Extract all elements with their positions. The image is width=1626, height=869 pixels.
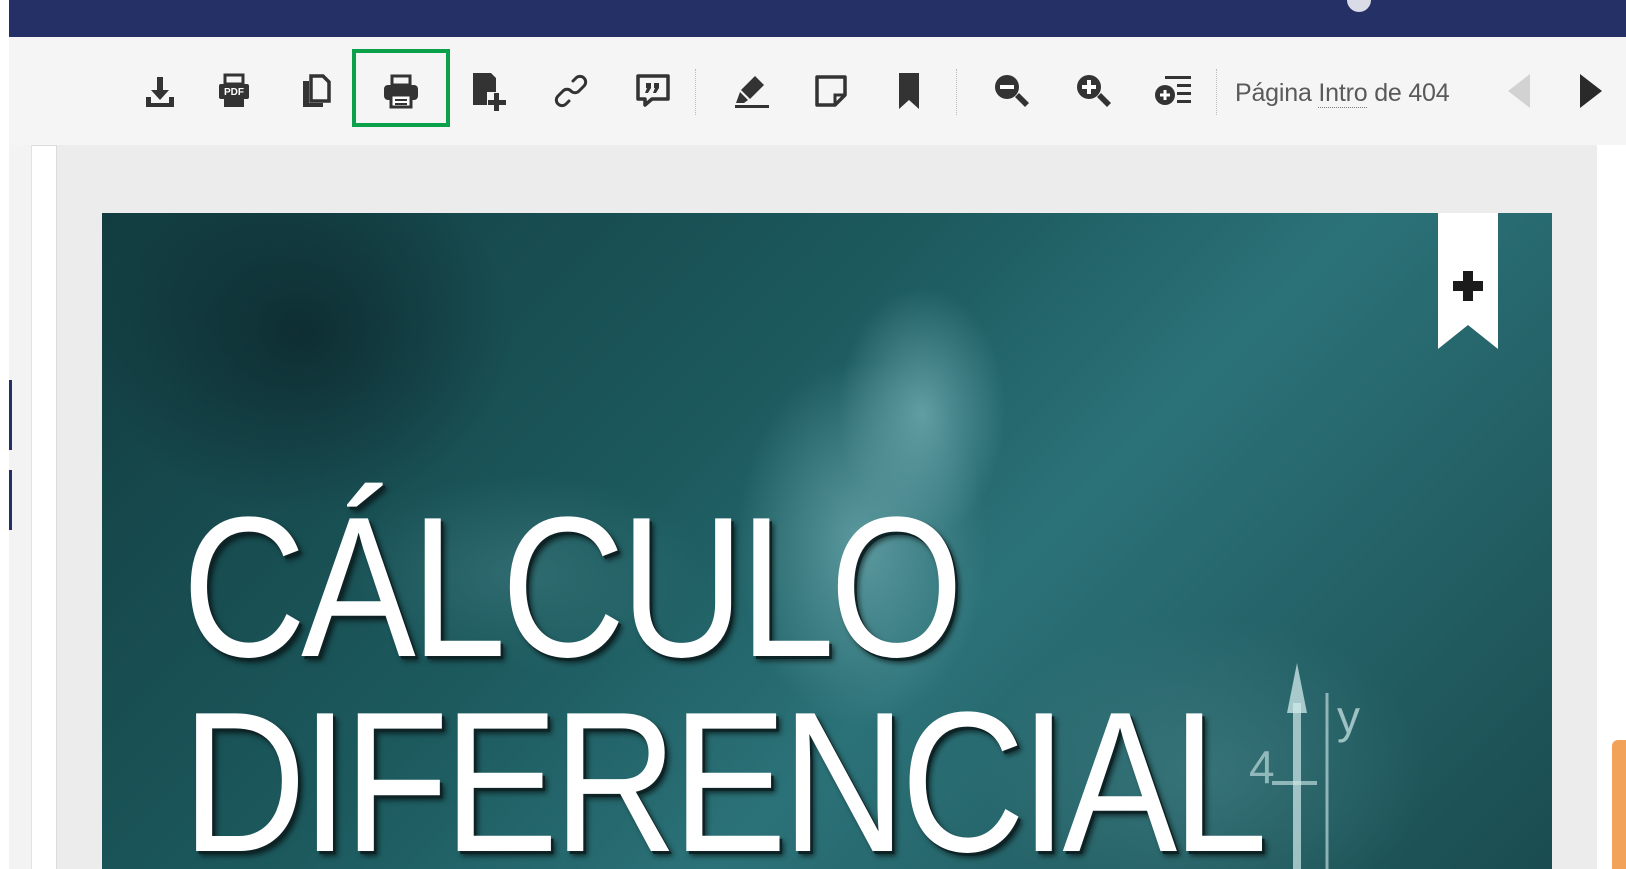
add-bookmark-ribbon[interactable] <box>1438 213 1498 349</box>
add-page-button[interactable] <box>463 67 511 115</box>
page-total: de 404 <box>1374 79 1450 107</box>
note-button[interactable] <box>807 67 855 115</box>
next-page-icon <box>1580 74 1602 108</box>
axis-illustration: y 4 <box>1249 663 1360 869</box>
axis-label-4: 4 <box>1249 741 1275 793</box>
zoom-out-button[interactable] <box>987 67 1035 115</box>
book-cover: CÁLCULO DIFERENCIAL y 4 <box>102 213 1552 869</box>
quote-icon <box>636 74 670 107</box>
link-icon <box>554 74 588 108</box>
next-page-button[interactable] <box>1567 67 1615 115</box>
print-button[interactable] <box>377 67 425 115</box>
bookmark-plus-icon <box>1438 213 1498 349</box>
left-edge <box>0 0 9 869</box>
sidebar-accent <box>9 380 12 450</box>
zoom-in-icon <box>1077 75 1111 107</box>
reader-toolbar: PDF Página Intro de 404 <box>9 37 1626 146</box>
bookmark-icon <box>899 73 919 109</box>
left-sidebar-rail <box>9 145 32 869</box>
zoom-menu-icon <box>1155 76 1191 105</box>
link-button[interactable] <box>547 67 595 115</box>
user-avatar-icon[interactable] <box>1347 0 1371 12</box>
pdf-button[interactable]: PDF <box>210 67 258 115</box>
zoom-out-icon <box>995 75 1029 107</box>
page-number-input[interactable]: Intro <box>1318 79 1368 108</box>
add-page-icon <box>473 73 506 111</box>
highlight-button[interactable] <box>728 67 776 115</box>
axis-label-y: y <box>1337 691 1360 743</box>
pdf-icon: PDF <box>219 73 249 107</box>
page-indicator: Página Intro de 404 <box>1235 79 1450 108</box>
cover-title-line2: DIFERENCIAL <box>182 671 1268 869</box>
highlighter-icon <box>735 76 769 108</box>
zoom-in-button[interactable] <box>1069 67 1117 115</box>
prev-page-button[interactable] <box>1495 67 1543 115</box>
side-tab[interactable] <box>1612 740 1626 869</box>
note-icon <box>815 75 847 107</box>
bookmark-button[interactable] <box>885 67 933 115</box>
printer-icon <box>384 74 418 109</box>
zoom-menu-button[interactable] <box>1149 67 1197 115</box>
toolbar-separator <box>1216 69 1217 115</box>
copy-icon <box>303 74 331 107</box>
top-navigation-bar <box>9 0 1626 37</box>
toolbar-separator <box>956 69 957 115</box>
cite-button[interactable] <box>629 67 677 115</box>
toolbar-separator <box>695 69 696 115</box>
download-button[interactable] <box>136 67 184 115</box>
download-icon <box>146 77 174 107</box>
page-prefix: Página <box>1235 79 1312 107</box>
svg-text:PDF: PDF <box>224 87 244 98</box>
sidebar-accent <box>9 470 12 530</box>
copy-button[interactable] <box>291 67 339 115</box>
prev-page-icon <box>1508 74 1530 108</box>
